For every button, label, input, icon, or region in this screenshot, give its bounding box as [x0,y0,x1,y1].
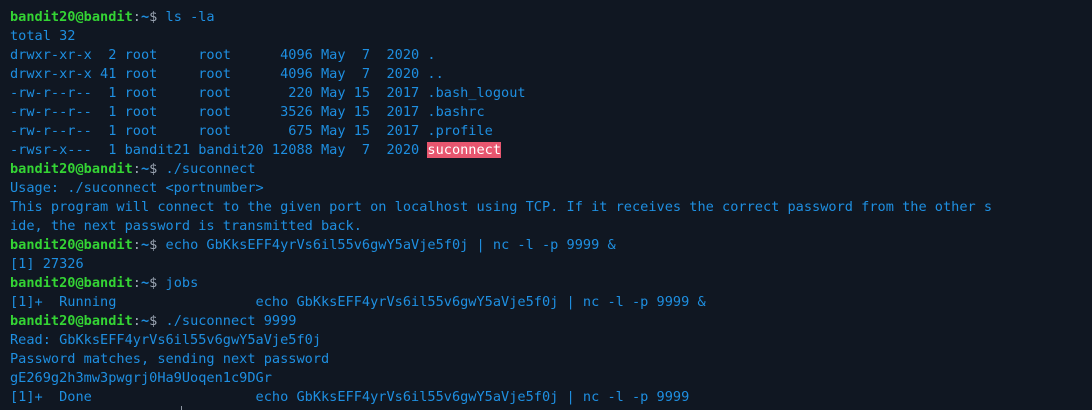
output-text: This program will connect to the given p… [10,199,993,215]
prompt-line: bandit20@bandit:~$ echo GbKksEFF4yrVs6il… [10,236,1092,255]
command-text: ./suconnect 9999 [165,313,297,329]
output-text: -rw-r--r-- 1 root root 3526 May 15 2017 … [10,104,485,120]
prompt-directory: ~ [140,9,150,25]
output-line: -rw-r--r-- 1 root root 3526 May 15 2017 … [10,103,1092,122]
prompt-separator: : [132,275,141,291]
output-text: [1]+ Done echo GbKksEFF4yrVs6il55v6gwY5a… [10,389,690,405]
command-text: jobs [165,275,199,291]
prompt-line: bandit20@bandit:~$ ./suconnect [10,160,1092,179]
output-text: Usage: ./suconnect <portnumber> [10,180,264,196]
output-text: Read: GbKksEFF4yrVs6il55v6gwY5aVje5f0j [10,332,321,348]
prompt-user: bandit20@bandit [10,275,133,291]
prompt-separator: : [132,9,141,25]
prompt-char: $ [149,275,166,291]
output-line: gE269g2h3mw3pwgrj0Ha9Uoqen1c9DGr [10,369,1092,388]
highlighted-filename: suconnect [427,142,502,158]
output-line: -rw-r--r-- 1 root root 220 May 15 2017 .… [10,84,1092,103]
output-text: total 32 [10,28,76,44]
output-text: -rw-r--r-- 1 root root 675 May 15 2017 .… [10,123,493,139]
output-text: gE269g2h3mw3pwgrj0Ha9Uoqen1c9DGr [10,370,272,386]
output-line: ide, the next password is transmitted ba… [10,217,1092,236]
prompt-separator: : [132,237,141,253]
output-line: [1] 27326 [10,255,1092,274]
output-line: Password matches, sending next password [10,350,1092,369]
prompt-line: bandit20@bandit:~$ ls -la [10,8,1092,27]
prompt-user: bandit20@bandit [10,161,133,177]
output-line: Read: GbKksEFF4yrVs6il55v6gwY5aVje5f0j [10,331,1092,350]
output-line: drwxr-xr-x 41 root root 4096 May 7 2020 … [10,65,1092,84]
command-text: ls -la [165,9,215,25]
prompt-user: bandit20@bandit [10,237,133,253]
output-line: This program will connect to the given p… [10,198,1092,217]
text-cursor [181,406,182,410]
prompt-line: bandit20@bandit:~$ ./suconnect 9999 [10,312,1092,331]
output-text: -rwsr-x--- 1 bandit21 bandit20 12088 May… [10,142,428,158]
output-line: [1]+ Running echo GbKksEFF4yrVs6il55v6gw… [10,293,1092,312]
output-line: total 32 [10,27,1092,46]
output-line: Usage: ./suconnect <portnumber> [10,179,1092,198]
prompt-directory: ~ [140,275,150,291]
prompt-char: $ [149,313,166,329]
output-text: [1]+ Running echo GbKksEFF4yrVs6il55v6gw… [10,294,706,310]
command-text: echo GbKksEFF4yrVs6il55v6gwY5aVje5f0j | … [165,237,616,253]
output-text: -rw-r--r-- 1 root root 220 May 15 2017 .… [10,85,526,101]
prompt-line: bandit20@bandit:~$ jobs [10,274,1092,293]
output-line: [1]+ Done echo GbKksEFF4yrVs6il55v6gwY5a… [10,388,1092,407]
output-text: Password matches, sending next password [10,351,330,367]
output-text: ide, the next password is transmitted ba… [10,218,362,234]
prompt-user: bandit20@bandit [10,313,133,329]
output-text: drwxr-xr-x 41 root root 4096 May 7 2020 … [10,66,444,82]
prompt-directory: ~ [140,161,150,177]
prompt-separator: : [132,313,141,329]
prompt-directory: ~ [140,313,150,329]
prompt-char: $ [149,9,166,25]
terminal-window[interactable]: bandit20@bandit:~$ ls -la total 32 drwxr-x… [0,0,1092,410]
prompt-separator: : [132,161,141,177]
output-text: drwxr-xr-x 2 root root 4096 May 7 2020 . [10,47,436,63]
output-line: -rw-r--r-- 1 root root 675 May 15 2017 .… [10,122,1092,141]
prompt-directory: ~ [140,237,150,253]
prompt-char: $ [149,161,166,177]
output-line: -rwsr-x--- 1 bandit21 bandit20 12088 May… [10,141,1092,160]
command-text: ./suconnect [165,161,256,177]
output-text: [1] 27326 [10,256,84,272]
prompt-user: bandit20@bandit [10,9,133,25]
output-line: drwxr-xr-x 2 root root 4096 May 7 2020 . [10,46,1092,65]
prompt-char: $ [149,237,166,253]
